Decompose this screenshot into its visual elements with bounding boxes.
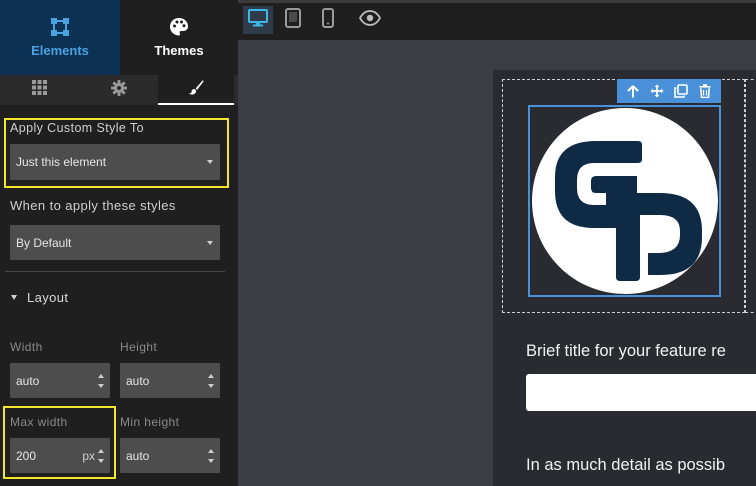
min-height-value: auto: [126, 448, 150, 463]
width-label: Width: [10, 340, 43, 354]
tablet-icon: [285, 7, 301, 33]
apply-style-value: Just this element: [16, 155, 107, 169]
desktop-icon: [248, 8, 268, 32]
subtab-settings[interactable]: [79, 75, 158, 105]
palette-icon: [169, 17, 189, 37]
arrow-up-icon[interactable]: [622, 80, 644, 102]
eye-icon: [358, 9, 382, 31]
max-width-label: Max width: [10, 415, 68, 429]
min-height-input[interactable]: auto: [120, 438, 220, 473]
style-sidebar: Elements Themes Apply Custom Style To Ju…: [0, 0, 238, 486]
tab-themes-label: Themes: [154, 43, 204, 58]
apply-style-label: Apply Custom Style To: [10, 121, 144, 135]
mobile-view-button[interactable]: [313, 6, 343, 34]
apply-style-select[interactable]: Just this element: [10, 144, 220, 180]
form-preview: Brief title for your feature re In as mu…: [493, 70, 756, 486]
element-toolbar: [617, 79, 721, 103]
gear-icon: [110, 79, 127, 101]
stepper-icon[interactable]: [208, 448, 215, 463]
paintbrush-icon: [188, 79, 204, 100]
collapse-caret-icon[interactable]: [11, 295, 17, 300]
section-divider: [5, 271, 225, 272]
editor-canvas: Brief title for your feature re In as mu…: [238, 40, 756, 486]
height-value: auto: [126, 373, 150, 388]
device-toolbar: [238, 0, 756, 40]
stepper-icon[interactable]: [98, 448, 105, 463]
max-width-input[interactable]: 200 px: [10, 438, 110, 473]
when-apply-select[interactable]: By Default: [10, 225, 220, 260]
desktop-view-button[interactable]: [243, 6, 273, 34]
mobile-icon: [322, 7, 334, 33]
height-input[interactable]: auto: [120, 363, 220, 398]
neighbor-container-outline[interactable]: [745, 79, 756, 313]
when-apply-value: By Default: [16, 235, 72, 250]
width-input[interactable]: auto: [10, 363, 110, 398]
app-root: Elements Themes Apply Custom Style To Ju…: [0, 0, 756, 486]
tab-elements-label: Elements: [31, 43, 89, 58]
layout-section-title[interactable]: Layout: [27, 290, 68, 305]
preview-button[interactable]: [355, 6, 385, 34]
min-height-label: Min height: [120, 415, 180, 429]
move-icon[interactable]: [646, 80, 668, 102]
caret-down-icon: [207, 160, 213, 164]
stepper-icon[interactable]: [208, 373, 215, 388]
main-tabs: Elements Themes: [0, 0, 238, 75]
elements-icon: [50, 17, 70, 37]
max-width-value: 200: [16, 448, 37, 463]
feature-description-label: In as much detail as possib: [526, 456, 726, 474]
gp-logo-icon: [532, 108, 718, 294]
stepper-icon[interactable]: [98, 373, 105, 388]
subtab-grid[interactable]: [0, 75, 79, 105]
grid-icon: [32, 80, 47, 100]
duplicate-icon[interactable]: [670, 80, 692, 102]
tablet-view-button[interactable]: [278, 6, 308, 34]
height-label: Height: [120, 340, 158, 354]
trash-icon[interactable]: [694, 80, 716, 102]
caret-down-icon: [207, 240, 213, 245]
feature-title-label: Brief title for your feature re: [526, 342, 726, 360]
tab-themes[interactable]: Themes: [120, 0, 238, 75]
settings-subtabs: [0, 75, 238, 105]
logo-image[interactable]: [528, 105, 721, 297]
subtab-style[interactable]: [158, 75, 234, 105]
feature-title-input[interactable]: [526, 374, 756, 411]
when-apply-label: When to apply these styles: [10, 198, 176, 213]
width-value: auto: [16, 373, 40, 388]
max-width-unit: px: [82, 448, 95, 463]
tab-elements[interactable]: Elements: [0, 0, 120, 75]
